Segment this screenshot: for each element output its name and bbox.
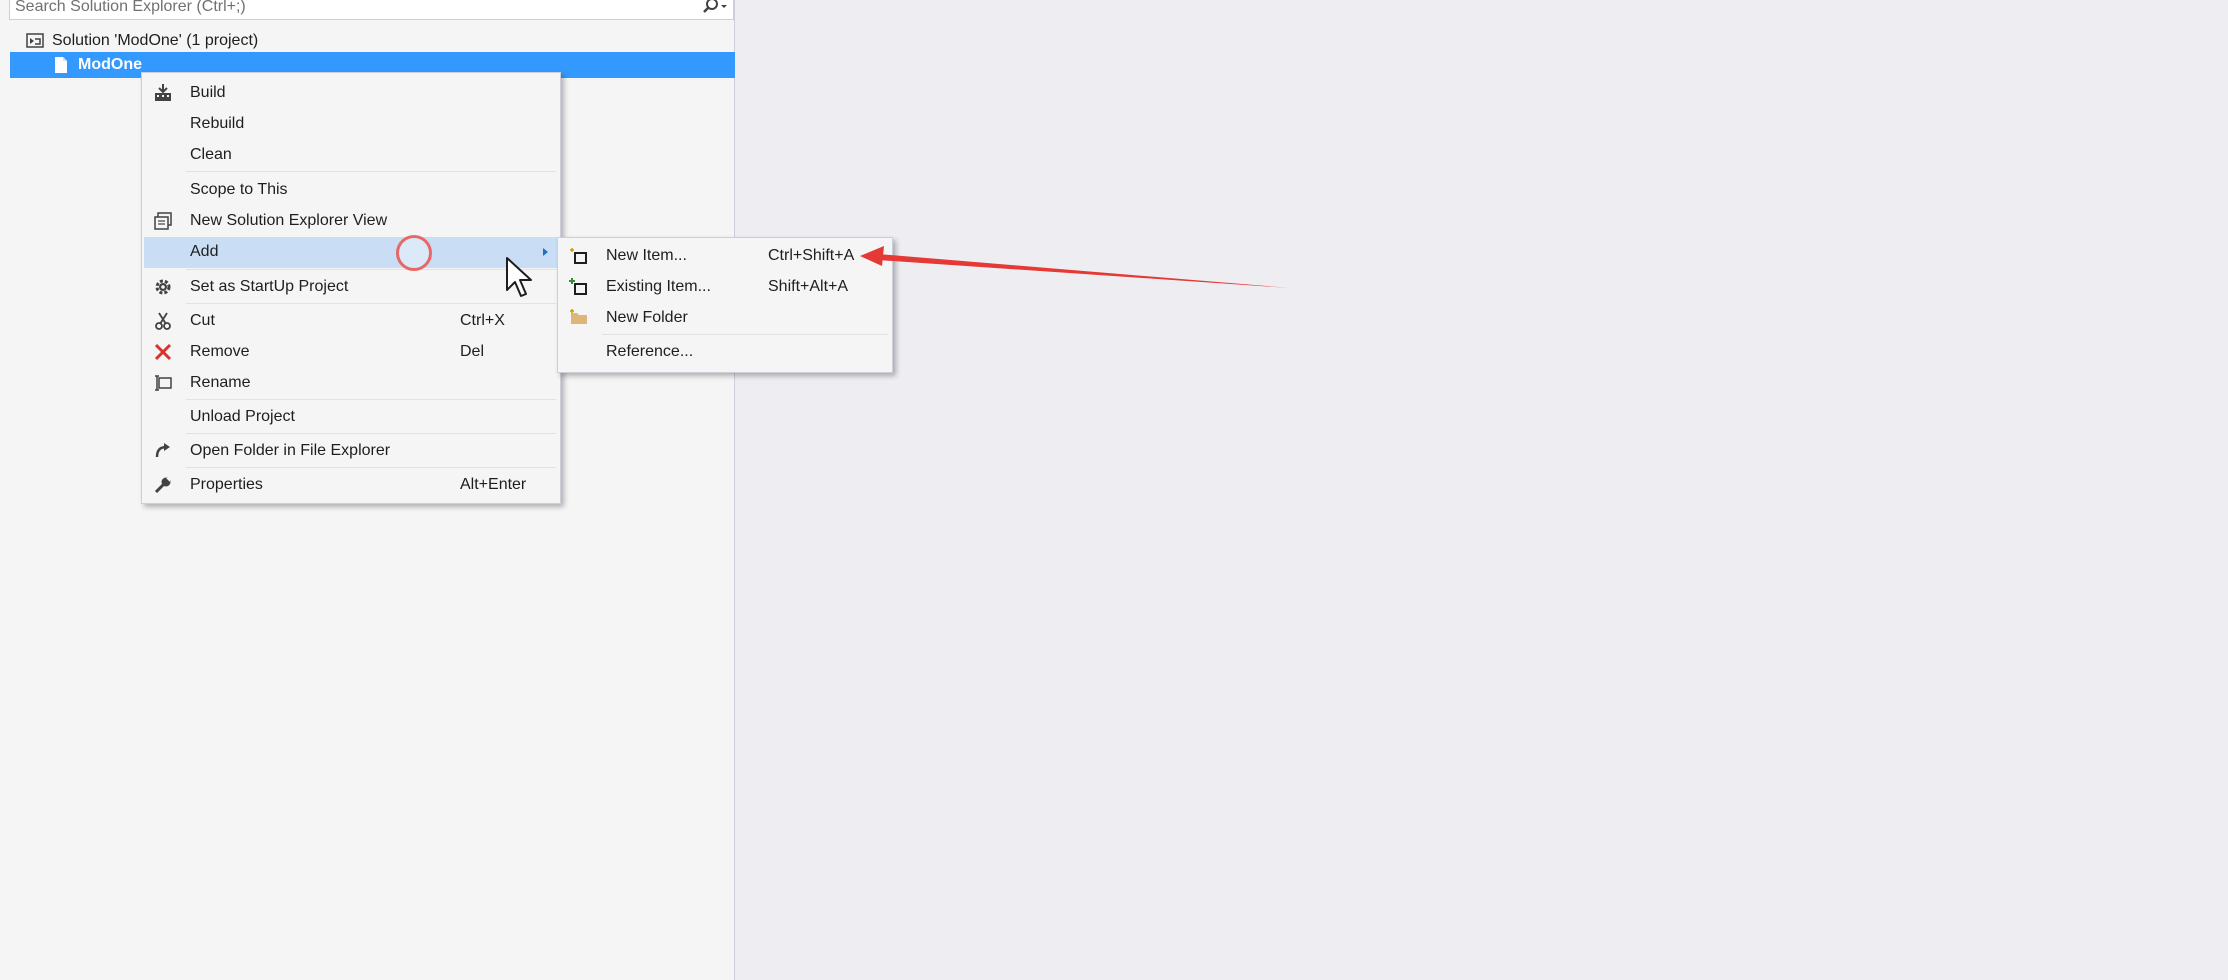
mouse-cursor-icon	[506, 257, 532, 297]
rename-icon	[152, 373, 174, 393]
submenu-item-new-item[interactable]: New Item... Ctrl+Shift+A	[560, 241, 890, 272]
menu-item-label: Build	[190, 84, 226, 101]
menu-item-remove[interactable]: Remove Del	[144, 337, 558, 368]
menu-separator	[602, 334, 888, 335]
menu-item-label: Open Folder in File Explorer	[190, 442, 391, 459]
submenu-arrow-icon	[543, 248, 548, 256]
existing-item-icon	[568, 277, 590, 297]
menu-item-open-folder[interactable]: Open Folder in File Explorer	[144, 436, 558, 467]
submenu-item-existing-item[interactable]: Existing Item... Shift+Alt+A	[560, 272, 890, 303]
menu-item-shortcut: Ctrl+X	[460, 312, 505, 329]
menu-item-shortcut: Del	[460, 343, 485, 360]
menu-item-label: Unload Project	[190, 408, 295, 425]
menu-item-label: New Item...	[606, 247, 687, 264]
search-icon[interactable]	[700, 0, 730, 17]
build-icon	[152, 83, 174, 103]
menu-item-label: Rebuild	[190, 115, 245, 132]
red-x-icon	[152, 342, 174, 362]
submenu-item-new-folder[interactable]: New Folder	[560, 303, 890, 334]
submenu-item-reference[interactable]: Reference...	[560, 337, 890, 368]
project-file-icon	[50, 55, 72, 75]
project-label: ModOne	[78, 56, 142, 73]
menu-item-rename[interactable]: Rename	[144, 368, 558, 399]
menu-item-add[interactable]: Add	[144, 237, 558, 268]
wrench-icon	[152, 475, 174, 495]
menu-item-label: Clean	[190, 146, 232, 163]
menu-item-label: New Solution Explorer View	[190, 212, 388, 229]
menu-item-label: Reference...	[606, 343, 694, 360]
menu-separator	[186, 171, 556, 172]
search-box[interactable]	[9, 0, 734, 20]
menu-item-new-solution-explorer-view[interactable]: New Solution Explorer View	[144, 206, 558, 237]
menu-item-set-as-startup[interactable]: Set as StartUp Project	[144, 272, 558, 303]
search-input[interactable]	[15, 0, 675, 19]
menu-item-label: Add	[190, 243, 219, 260]
new-item-icon	[568, 246, 590, 266]
screen: Solution 'ModOne' (1 project) ModOne	[0, 0, 2228, 980]
scissors-icon	[152, 311, 174, 331]
menu-item-label: Existing Item...	[606, 278, 711, 295]
menu-separator	[186, 269, 556, 270]
folder-icon	[568, 308, 590, 328]
menu-item-label: Rename	[190, 374, 251, 391]
open-folder-arrow-icon	[152, 441, 174, 461]
new-view-icon	[152, 211, 174, 231]
menu-separator	[186, 303, 556, 304]
solution-label: Solution 'ModOne' (1 project)	[52, 32, 259, 49]
menu-item-rebuild[interactable]: Rebuild	[144, 109, 558, 140]
menu-item-label: Cut	[190, 312, 215, 329]
menu-item-properties[interactable]: Properties Alt+Enter	[144, 470, 558, 501]
menu-separator	[186, 467, 556, 468]
click-indicator	[396, 235, 432, 271]
menu-item-label: Remove	[190, 343, 250, 360]
project-context-menu: Build Rebuild Clean Scope to This New So…	[141, 72, 561, 504]
menu-item-label: Scope to This	[190, 181, 288, 198]
menu-separator	[186, 433, 556, 434]
gear-icon	[152, 277, 174, 297]
menu-item-build[interactable]: Build	[144, 78, 558, 109]
menu-item-label: Properties	[190, 476, 263, 493]
menu-item-label: New Folder	[606, 309, 688, 326]
menu-item-unload-project[interactable]: Unload Project	[144, 402, 558, 433]
menu-item-label: Set as StartUp Project	[190, 278, 349, 295]
menu-item-shortcut: Ctrl+Shift+A	[768, 247, 855, 264]
menu-item-clean[interactable]: Clean	[144, 140, 558, 171]
menu-item-shortcut: Alt+Enter	[460, 476, 527, 493]
menu-item-cut[interactable]: Cut Ctrl+X	[144, 306, 558, 337]
solution-icon	[24, 31, 46, 51]
tree-item-solution[interactable]: Solution 'ModOne' (1 project)	[24, 28, 258, 54]
menu-separator	[186, 399, 556, 400]
menu-item-scope-to-this[interactable]: Scope to This	[144, 175, 558, 206]
add-submenu: New Item... Ctrl+Shift+A Existing Item..…	[557, 237, 893, 373]
menu-item-shortcut: Shift+Alt+A	[768, 278, 849, 295]
annotation-arrow-icon	[860, 246, 1290, 288]
